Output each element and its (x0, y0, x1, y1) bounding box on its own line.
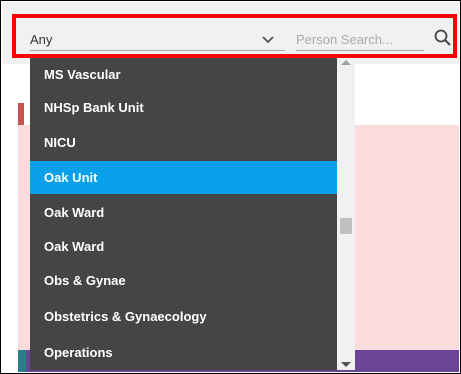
person-search-input[interactable]: Person Search... (296, 30, 424, 51)
search-icon[interactable] (433, 28, 453, 48)
unit-select-value: Any (30, 32, 53, 47)
chevron-down-icon[interactable] (261, 32, 275, 46)
dropdown-scrollbar[interactable] (337, 58, 355, 370)
dropdown-option[interactable]: NICU (30, 126, 337, 159)
scroll-thumb[interactable] (340, 218, 352, 234)
unit-dropdown-list: MS Vascular NHSp Bank Unit NICU Oak Unit… (30, 58, 355, 370)
dropdown-option[interactable]: Obstetrics & Gynaecology (30, 300, 337, 333)
alert-marker (18, 103, 24, 125)
dropdown-option[interactable]: Operations (30, 336, 337, 369)
dropdown-option[interactable]: Obs & Gynae (30, 264, 337, 297)
dropdown-option-selected[interactable]: Oak Unit (30, 161, 337, 194)
scroll-up-arrow-icon[interactable] (341, 60, 351, 65)
dropdown-option[interactable]: Oak Ward (30, 196, 337, 229)
unit-select[interactable]: Any (30, 30, 285, 51)
dropdown-option[interactable]: NHSp Bank Unit (30, 91, 337, 124)
dropdown-option[interactable]: Oak Ward (30, 230, 337, 263)
footer-marker (18, 350, 26, 372)
person-search-placeholder: Person Search... (296, 32, 393, 47)
scroll-down-arrow-icon[interactable] (341, 362, 351, 367)
dropdown-option[interactable]: MS Vascular (30, 58, 337, 91)
